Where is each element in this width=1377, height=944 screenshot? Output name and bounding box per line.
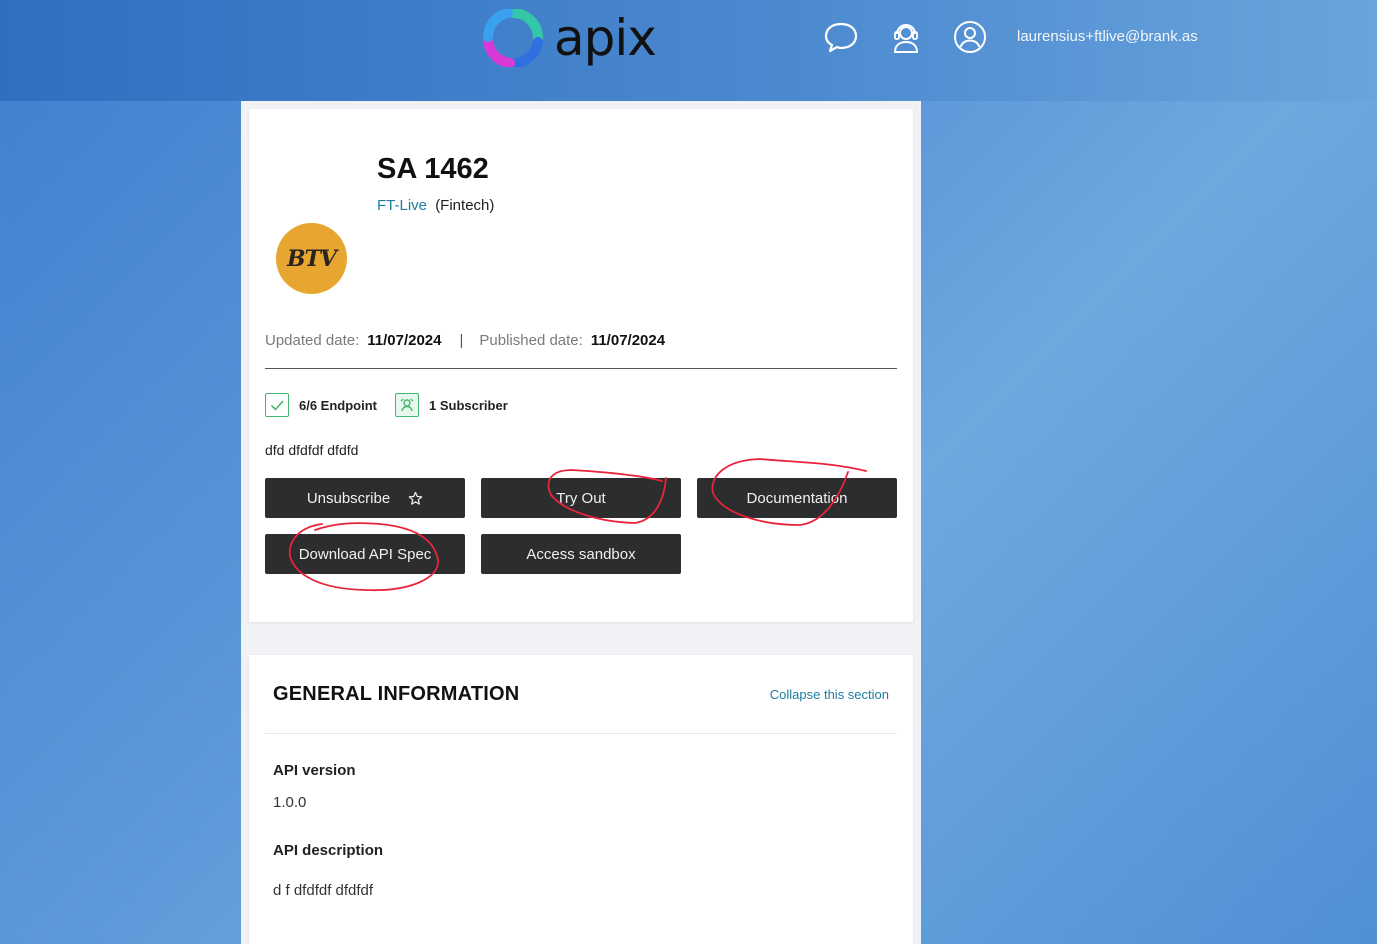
api-version-label: API version (273, 762, 356, 779)
endpoint-stat-label: 6/6 Endpoint (299, 397, 377, 413)
api-logo: BTV (276, 223, 347, 294)
documentation-label: Documentation (746, 489, 848, 507)
download-api-spec-label: Download API Spec (298, 545, 432, 563)
try-out-button[interactable]: Try Out (481, 478, 681, 518)
subscriber-stat-label: 1 Subscriber (429, 397, 508, 413)
api-overview-card: BTV SA 1462 FT-Live (Fintech) Updated da… (249, 109, 913, 622)
account-icon[interactable] (953, 20, 987, 54)
api-short-description: dfd dfdfdf dfdfd (265, 442, 359, 458)
unsubscribe-label: Unsubscribe (306, 489, 391, 507)
access-sandbox-label: Access sandbox (526, 545, 636, 563)
section-divider (265, 733, 897, 734)
api-title: SA 1462 (377, 153, 489, 185)
provider-link[interactable]: FT-Live (377, 197, 427, 214)
updated-date-value: 11/07/2024 (367, 332, 442, 349)
brand-name: apix (554, 9, 657, 67)
api-logo-text: BTV (286, 245, 337, 272)
support-agent-icon[interactable] (889, 20, 923, 54)
top-navigation-bar: apix laurensius+ftlive@brank.as (0, 0, 1377, 101)
main-content-column: BTV SA 1462 FT-Live (Fintech) Updated da… (241, 101, 921, 944)
published-date-value: 11/07/2024 (590, 332, 666, 349)
api-version-value: 1.0.0 (273, 794, 307, 811)
documentation-button[interactable]: Documentation (697, 478, 897, 518)
endpoint-stat: 6/6 Endpoint (265, 393, 377, 417)
subscriber-stat: 1 Subscriber (395, 393, 508, 417)
updated-date-label: Updated date: (265, 332, 360, 349)
date-separator: | (459, 332, 464, 349)
divider (265, 368, 897, 369)
published-date-label: Published date: (479, 332, 583, 349)
try-out-label: Try Out (556, 489, 606, 507)
check-icon (265, 393, 289, 417)
date-row: Updated date: 11/07/2024 | Published date: 1… (265, 332, 665, 349)
apix-logo[interactable]: apix (482, 8, 657, 68)
api-provider-line: FT-Live (Fintech) (377, 197, 494, 214)
section-title: GENERAL INFORMATION (273, 683, 520, 705)
access-sandbox-button[interactable]: Access sandbox (481, 534, 681, 574)
general-information-card: GENERAL INFORMATION Collapse this sectio… (249, 655, 913, 944)
collapse-section-link[interactable]: Collapse this section (770, 687, 889, 702)
apix-logo-icon (483, 9, 543, 67)
unsubscribe-button[interactable]: Unsubscribe (265, 478, 465, 518)
api-category: (Fintech) (435, 197, 495, 214)
api-description-value: d f dfdfdf dfdfdf (273, 882, 374, 899)
api-description-label: API description (273, 842, 384, 859)
subscriber-icon (395, 393, 419, 417)
download-api-spec-button[interactable]: Download API Spec (265, 534, 465, 574)
star-icon (408, 491, 423, 506)
user-email[interactable]: laurensius+ftlive@brank.as (1017, 28, 1198, 45)
chat-icon[interactable] (824, 20, 858, 54)
